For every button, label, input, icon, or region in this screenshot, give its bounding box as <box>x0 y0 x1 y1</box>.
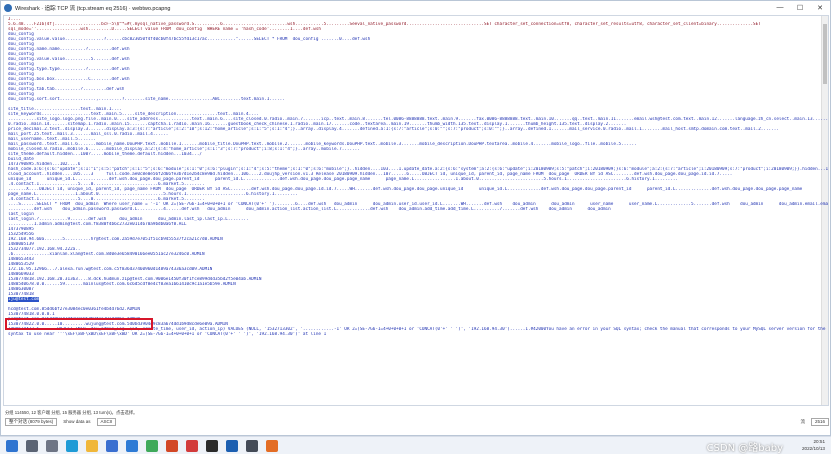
stream-controls: 整个对话 (8079 bytes) Show data as ASCII 流 2… <box>5 417 829 426</box>
maximize-button[interactable]: ☐ <box>790 1 810 14</box>
clock-time: 20:51 <box>813 439 826 444</box>
wireshark-icon <box>4 3 12 12</box>
conversation-select[interactable]: 整个对话 (8079 bytes) <box>5 417 58 426</box>
stream-line: iju@test.com <box>8 297 40 302</box>
highlight-annotation-box <box>5 318 153 330</box>
start-icon[interactable] <box>6 440 18 452</box>
title-bar: Wireshark · 追踪 TCP 流 (tcp.stream eq 2516… <box>1 1 830 14</box>
stream-line: 1480540678.0.0......59.......mainlus@tes… <box>8 282 236 287</box>
wireshark-follow-stream-window: Wireshark · 追踪 TCP 流 (tcp.stream eq 2516… <box>0 0 831 436</box>
stream-line: site_theme.default.hidden...100?.....mob… <box>8 152 203 157</box>
search-icon[interactable] <box>26 440 38 452</box>
clock-date: 2022/10/13 <box>802 446 825 451</box>
window-controls: — ☐ ✕ <box>770 1 830 14</box>
close-button[interactable]: ✕ <box>810 1 830 14</box>
scrollbar-thumb[interactable] <box>823 24 827 84</box>
show-as-select[interactable]: ASCII <box>96 417 117 426</box>
task-view-icon[interactable] <box>46 440 58 452</box>
stream-line: dou_config.sort.sort..............,.....… <box>8 97 285 102</box>
status-text: 分组 114550, 12 客户端 分组, 15 服务器 分组, 13 turn… <box>5 410 138 415</box>
minimize-button[interactable]: — <box>770 1 790 14</box>
system-clock[interactable]: 20:51 2022/10/13 <box>802 438 825 452</box>
stream-line: dou_config.value.value...............?..… <box>8 37 371 42</box>
stream-number-spinbox[interactable]: 2516 <box>810 417 829 426</box>
file-explorer-icon[interactable] <box>86 440 98 452</box>
stream-label: 流 <box>800 418 805 424</box>
wps-icon[interactable] <box>186 440 198 452</box>
taskbar: CSDN @路baby 20:51 2022/10/13 <box>0 436 831 454</box>
stream-line: 172.16.95.12966...7.alexa.run.w@test.com… <box>8 267 213 272</box>
terminal-icon[interactable] <box>246 440 258 452</box>
stream-line: sql_mode=''.................wsh.........… <box>8 27 322 32</box>
stream-line: .6..............xianlan.xlan@test.com.8d… <box>8 252 205 257</box>
edge-icon[interactable] <box>66 440 78 452</box>
store-icon[interactable] <box>106 440 118 452</box>
stream-line: syntax to use near '''\xEF\xBF\xBD\xEF\x… <box>8 332 327 337</box>
window-title: Wireshark · 追踪 TCP 流 (tcp.stream eq 2516… <box>15 5 171 12</box>
stream-line: ..........1.admin.admin@test.com.f8380f4… <box>8 222 187 227</box>
stream-line: ..........def.wsh dou_admin.password.pas… <box>8 207 611 212</box>
cmd-icon[interactable] <box>206 440 218 452</box>
chrome-icon[interactable] <box>146 440 158 452</box>
stream-content[interactable]: J.... 5.6.48....F2I6(4f|.................… <box>3 15 829 406</box>
office-icon[interactable] <box>166 440 178 452</box>
mail-icon[interactable] <box>126 440 138 452</box>
burp-icon[interactable] <box>266 440 278 452</box>
selected-text: iju@test.com <box>8 297 40 302</box>
show-as-label: Show data as <box>63 419 91 424</box>
wireshark-icon[interactable] <box>226 440 238 452</box>
stream-line: 192.168.94.60a.......5..........hr@test.… <box>8 237 223 242</box>
csdn-watermark: CSDN @路baby <box>706 443 783 454</box>
vertical-scrollbar[interactable] <box>821 16 828 405</box>
